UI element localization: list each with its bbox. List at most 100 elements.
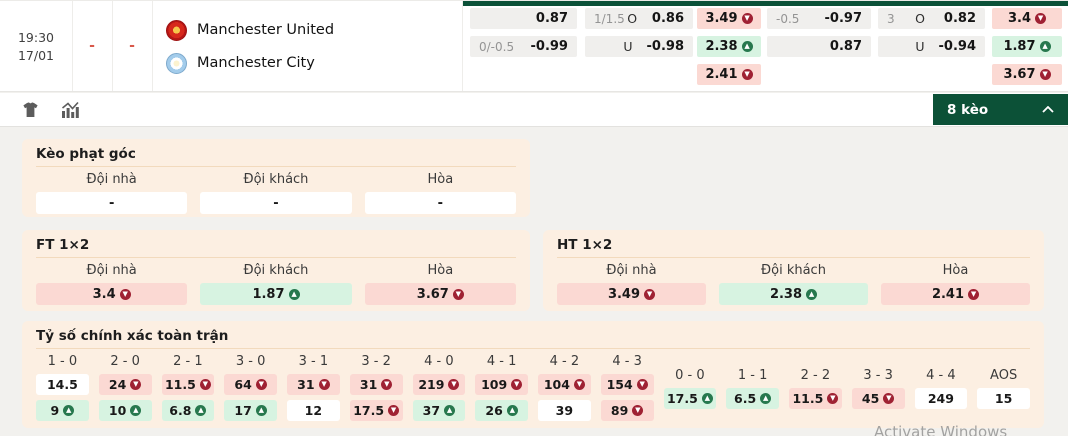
handicap-odds-cell[interactable]: U-0.98 (585, 36, 693, 57)
score-odds-cell[interactable]: 11.5▼ (789, 388, 842, 409)
trend-down-icon: ▼ (644, 289, 655, 300)
away-team-row[interactable]: Manchester City (166, 51, 315, 75)
market-odds-cell[interactable]: 3.4▼ (36, 283, 187, 305)
odds-value: 17 (234, 403, 251, 418)
odds-value: 104 (544, 377, 570, 392)
score-odds-cell[interactable]: 31▼ (350, 374, 403, 395)
score-column: 4 - 0219▼37▲ (413, 354, 466, 421)
man-united-crest-icon (166, 20, 187, 41)
price-odds-cell[interactable]: 1.87▲ (992, 36, 1062, 57)
trend-down-icon: ▼ (1040, 69, 1051, 80)
market-count-button[interactable]: 8 kèo (933, 94, 1068, 125)
handicap-odds-cell[interactable]: 0.87 (470, 8, 577, 29)
jersey-icon[interactable] (22, 102, 39, 118)
score-odds-cell[interactable]: 14.5 (36, 374, 89, 395)
stats-chart-icon[interactable] (61, 101, 80, 118)
score-odds-cell[interactable]: 154▼ (601, 374, 654, 395)
odds-value: 2.38 (705, 39, 737, 54)
price-odds-cell[interactable]: 3.49▼ (697, 8, 761, 29)
market-odds-cell[interactable]: - (200, 192, 351, 214)
score-odds-cell[interactable]: 45▼ (852, 388, 905, 409)
odds-value: 12 (305, 403, 322, 418)
score-odds-cell[interactable]: 6.8▲ (162, 400, 215, 421)
market-odds-cell[interactable]: 2.41▼ (881, 283, 1030, 305)
odds-value: 0.87 (814, 39, 862, 54)
handicap-odds-cell[interactable]: 1/1.5O0.86 (585, 8, 693, 29)
market-odds-cell[interactable]: 1.87▲ (200, 283, 351, 305)
score-odds-cell[interactable]: 17 ▲ (224, 400, 277, 421)
chevron-up-icon (1042, 106, 1054, 113)
odds-value: -0.94 (928, 39, 976, 54)
odds-value: 3.49 (705, 11, 737, 26)
panel-divider (36, 348, 1030, 349)
trend-down-icon: ▼ (574, 379, 585, 390)
handicap-odds-cell[interactable]: 0.87 (767, 36, 871, 57)
trend-up-icon: ▲ (195, 405, 206, 416)
price-odds-cell[interactable]: 2.41▼ (697, 64, 761, 85)
market-odds-cell[interactable]: 3.49 ▼ (557, 283, 706, 305)
score-odds-cell[interactable]: 104 ▼ (538, 374, 591, 395)
trend-down-icon: ▼ (1035, 13, 1046, 24)
score-column: 2 - 111.5▼6.8▲ (162, 354, 215, 421)
market-odds-cell[interactable]: 3.67▼ (365, 283, 516, 305)
handicap-odds-cell[interactable]: 3O0.82 (878, 8, 985, 29)
score-odds-cell[interactable]: 64▼ (224, 374, 277, 395)
score-odds-cell[interactable]: 15 (977, 388, 1030, 409)
match-time-block: 19:30 17/01 (0, 1, 72, 91)
score-odds-cell[interactable]: 109▼ (475, 374, 528, 395)
market-odds-cell[interactable]: 2.38▲ (719, 283, 868, 305)
market-column-header: Hòa (881, 263, 1030, 278)
score-odds-cell[interactable]: 89▼ (601, 400, 654, 421)
score-column: 3 - 345▼ (852, 354, 905, 421)
score-odds-cell[interactable]: 219▼ (413, 374, 466, 395)
home-team-row[interactable]: Manchester United (166, 18, 334, 42)
score-odds-cell[interactable]: 37▲ (413, 400, 466, 421)
market-odds-cell[interactable]: - (36, 192, 187, 214)
handicap-odds-cell[interactable]: -0.5-0.97 (767, 8, 871, 29)
header-divider (462, 1, 463, 91)
score-odds-cell[interactable]: 9▲ (36, 400, 89, 421)
score-odds-cell[interactable]: 17.5▲ (664, 388, 717, 409)
trend-down-icon: ▼ (827, 393, 838, 404)
score-odds-cell[interactable]: 11.5▼ (162, 374, 215, 395)
odds-value: 31 (360, 377, 377, 392)
ft-1x2-panel: FT 1×2 Đội nhà3.4▼Đội khách1.87▲Hòa3.67▼ (22, 230, 530, 311)
odds-value: 3.4 (93, 287, 116, 302)
handicap-odds-cell[interactable]: 0/-0.5-0.99 (470, 36, 577, 57)
handicap-label: 3 (887, 12, 912, 26)
odds-value: 31 (297, 377, 314, 392)
price-odds-cell[interactable]: 3.4▼ (992, 8, 1062, 29)
odds-value: 2.41 (932, 287, 964, 302)
score-odds-cell[interactable]: 24▼ (99, 374, 152, 395)
score-column-label: 2 - 2 (789, 368, 842, 383)
market-odds-cell[interactable]: - (365, 192, 516, 214)
score-column-label: 4 - 2 (538, 354, 591, 369)
score-odds-cell[interactable]: 31▼ (287, 374, 340, 395)
score-odds-cell[interactable]: 10▲ (99, 400, 152, 421)
price-odds-cell[interactable]: 3.67▼ (992, 64, 1062, 85)
trend-down-icon: ▼ (256, 379, 267, 390)
score-column-label: 1 - 1 (726, 368, 779, 383)
score-odds-cell[interactable]: 39 (538, 400, 591, 421)
price-odds-cell[interactable]: 2.38▲ (697, 36, 761, 57)
score-odds-cell[interactable]: 249 (915, 388, 968, 409)
odds-value: 3.49 (608, 287, 640, 302)
odds-value: 26 (485, 403, 502, 418)
score-odds-cell[interactable]: 6.5▲ (726, 388, 779, 409)
trend-down-icon: ▼ (130, 379, 141, 390)
score-odds-cell[interactable]: 17.5▼ (350, 400, 403, 421)
trend-up-icon: ▲ (806, 289, 817, 300)
trend-up-icon: ▲ (256, 405, 267, 416)
score-odds-cell[interactable]: 26▲ (475, 400, 528, 421)
odds-value: 10 (109, 403, 126, 418)
panel-divider (36, 257, 516, 258)
trend-up-icon: ▲ (289, 289, 300, 300)
score-column-label: 0 - 0 (664, 368, 717, 383)
odds-value: 17.5 (667, 391, 698, 406)
score-column-label: 4 - 4 (915, 368, 968, 383)
handicap-odds-cell[interactable]: U-0.94 (878, 36, 985, 57)
odds-value: 6.5 (734, 391, 756, 406)
market-column: Đội nhà3.4▼ (36, 263, 187, 305)
market-column: Đội khách1.87▲ (200, 263, 351, 305)
score-odds-cell[interactable]: 12 (287, 400, 340, 421)
